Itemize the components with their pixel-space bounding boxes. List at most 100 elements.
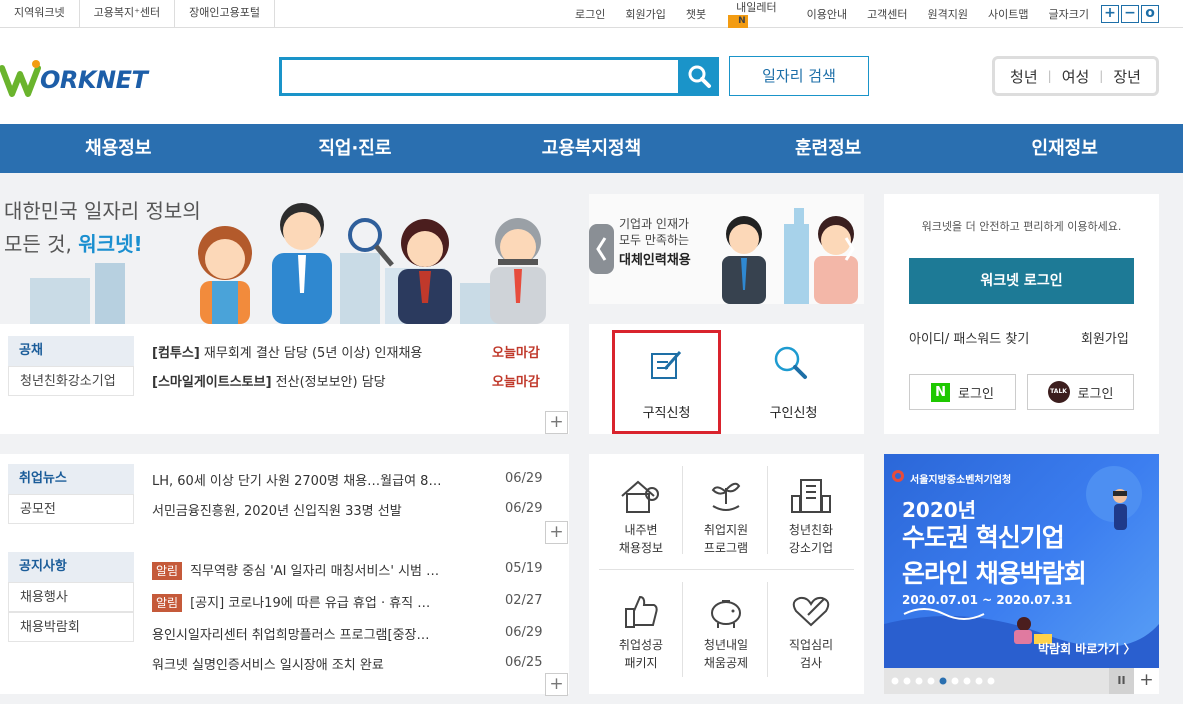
service-label: 직업심리 xyxy=(788,638,834,652)
job-seek-apply-button[interactable]: 구직신청 xyxy=(612,330,721,434)
list-item[interactable]: [컴투스] 재무회계 결산 담당 (5년 이상) 인재채용 xyxy=(152,342,422,361)
recruit-tabs: 공채 청년친화강소기업 xyxy=(8,336,134,396)
signup-link[interactable]: 회원가입 xyxy=(1081,328,1129,347)
nav-recruitment-info[interactable]: 채용정보 xyxy=(0,124,237,173)
hero-banner: 대한민국 일자리 정보의 모든 것, 워크넷! xyxy=(0,173,569,324)
tab-youth-friendly-sme[interactable]: 청년친화강소기업 xyxy=(8,366,134,396)
link-disabled-employment-portal[interactable]: 장애인고용포털 xyxy=(175,0,275,27)
list-item[interactable]: 용인시일자리센터 취업희망플러스 프로그램[중장… xyxy=(152,624,430,643)
tab-notice[interactable]: 공지사항 xyxy=(8,552,134,582)
man-character-icon xyxy=(722,216,766,304)
link-regional-worknet[interactable]: 지역워크넷 xyxy=(0,0,80,27)
list-item[interactable]: 서민금융진흥원, 2020년 신입직원 33명 선발 xyxy=(152,500,402,519)
font-reset-button[interactable]: o xyxy=(1141,4,1159,23)
tab-public-recruit[interactable]: 공채 xyxy=(8,336,134,366)
list-item[interactable]: 워크넷 실명인증서비스 일시장애 조치 완료 xyxy=(152,654,384,673)
list-item[interactable]: 알림 직무역량 중심 'AI 일자리 매칭서비스' 시범 … xyxy=(152,560,439,580)
naver-login-label: 로그인 xyxy=(958,386,994,402)
list-item[interactable]: [스마일게이트스토브] 전산(정보보안) 담당 xyxy=(152,371,386,390)
service-label: 채용정보 xyxy=(618,541,664,555)
service-label: 청년내일 xyxy=(703,638,749,652)
search-input[interactable] xyxy=(279,57,681,96)
news-date: 06/29 xyxy=(505,471,543,486)
hero-brand: 워크넷! xyxy=(78,232,143,256)
banner-title-line1: 수도권 혁신기업 xyxy=(902,523,1065,552)
service-vocational-psychology-test[interactable]: 직업심리 검사 xyxy=(769,591,853,672)
banner-pause-button[interactable]: II xyxy=(1109,668,1134,694)
nav-talent-info[interactable]: 인재정보 xyxy=(946,124,1183,173)
naver-login-button[interactable]: N 로그인 xyxy=(909,374,1016,410)
edit-form-icon xyxy=(651,351,682,379)
search-button[interactable] xyxy=(680,57,719,96)
font-decrease-button[interactable]: − xyxy=(1121,4,1139,23)
news-tabs: 취업뉴스 공모전 xyxy=(8,464,134,524)
notice-more-button[interactable]: + xyxy=(545,673,568,696)
link-guide[interactable]: 이용안내 xyxy=(797,6,857,22)
link-remote-support[interactable]: 원격지원 xyxy=(918,6,978,22)
new-badge: N xyxy=(728,15,749,28)
tab-contest[interactable]: 공모전 xyxy=(8,494,134,524)
nav-employment-welfare-policy[interactable]: 고용복지정책 xyxy=(473,124,710,173)
nav-training-info[interactable]: 훈련정보 xyxy=(710,124,947,173)
banner-more-button[interactable]: + xyxy=(1134,668,1159,694)
service-nearby-jobs[interactable]: 내주변 채용정보 xyxy=(599,476,683,557)
recruit-apply-button[interactable]: 구인신청 xyxy=(739,330,848,434)
kakao-login-button[interactable]: TALK 로그인 xyxy=(1027,374,1134,410)
service-employment-success-package[interactable]: 취업성공 패키지 xyxy=(599,591,683,672)
link-chatbot[interactable]: 챗봇 xyxy=(676,6,716,22)
tab-job-news[interactable]: 취업뉴스 xyxy=(8,464,134,494)
link-sitemap[interactable]: 사이트맵 xyxy=(978,6,1038,22)
link-customer-center[interactable]: 고객센터 xyxy=(857,6,917,22)
link-employment-welfare-center[interactable]: 고용복지⁺센터 xyxy=(80,0,176,27)
banner-pagination-dots[interactable] xyxy=(888,668,998,694)
link-login[interactable]: 로그인 xyxy=(565,6,615,22)
recruit-more-button[interactable]: + xyxy=(545,411,568,434)
company-name: [스마일게이트스토브] xyxy=(152,375,272,390)
building-icon xyxy=(791,479,831,513)
worknet-logo[interactable]: ORKNET xyxy=(0,58,160,98)
hero-line1: 대한민국 일자리 정보의 xyxy=(4,199,201,223)
notice-date: 06/25 xyxy=(505,655,543,670)
list-item[interactable]: LH, 60세 이상 단기 사원 2700명 채용…월급여 8… xyxy=(152,470,441,489)
font-increase-button[interactable]: + xyxy=(1101,4,1119,23)
list-item[interactable]: 알림 [공지] 코로나19에 따른 유급 휴업 · 휴직 … xyxy=(152,592,430,612)
naver-icon: N xyxy=(931,382,951,402)
main-content: 대한민국 일자리 정보의 모든 것, 워크넷! 공채 청년친화강소기업 [컴투스… xyxy=(0,173,1183,704)
service-job-support-program[interactable]: 취업지원 프로그램 xyxy=(684,476,768,557)
deadline-badge: 오늘마감 xyxy=(492,375,540,390)
nav-job-career[interactable]: 직업·진로 xyxy=(237,124,474,173)
woman-character-icon xyxy=(814,216,858,304)
banner-cta[interactable]: 박람회 바로가기 〉 xyxy=(1038,640,1136,657)
promo-banner[interactable]: 기업과 인재가 모두 만족하는 대체인력채용 xyxy=(589,194,864,304)
tab-women[interactable]: 여성 xyxy=(1052,66,1100,87)
service-youth-tomorrow-savings[interactable]: 청년내일 채움공제 xyxy=(684,591,768,672)
find-id-password-link[interactable]: 아이디/ 패스워드 찾기 xyxy=(909,328,1029,347)
alert-badge: 알림 xyxy=(152,562,183,580)
news-more-button[interactable]: + xyxy=(545,521,568,544)
link-naeil-letter[interactable]: 내일레터 N xyxy=(716,0,796,28)
company-name: [컴투스] xyxy=(152,346,200,361)
notice-tabs: 공지사항 채용행사 채용박람회 xyxy=(8,552,134,642)
divider xyxy=(599,569,854,570)
services-panel: 내주변 채용정보 취업지원 프로그램 청년친화 강소기업 취업성공 패키지 청년… xyxy=(589,454,864,694)
service-label: 내주변 xyxy=(624,523,658,537)
service-youth-friendly-sme[interactable]: 청년친화 강소기업 xyxy=(769,476,853,557)
house-location-icon xyxy=(621,480,659,513)
link-signup[interactable]: 회원가입 xyxy=(615,6,675,22)
service-label: 강소기업 xyxy=(788,541,834,555)
job-title: 전산(정보보안) 담당 xyxy=(275,375,386,390)
notice-date: 05/19 xyxy=(505,561,543,576)
prev-arrow xyxy=(589,224,614,274)
hero-line2-prefix: 모든 것, xyxy=(4,232,79,256)
job-fair-banner[interactable]: 서울지방중소벤처기업청 2020년 수도권 혁신기업 온라인 채용박람회 202… xyxy=(884,454,1159,668)
banner-title-line2: 온라인 채용박람회 xyxy=(902,559,1087,588)
tab-job-fair[interactable]: 채용박람회 xyxy=(8,612,134,642)
naeil-letter-label: 내일레터 xyxy=(736,1,777,14)
job-search-button[interactable]: 일자리 검색 xyxy=(729,56,869,96)
senior-character-icon xyxy=(490,218,546,324)
tab-recruit-event[interactable]: 채용행사 xyxy=(8,582,134,612)
tab-seniors[interactable]: 장년 xyxy=(1103,66,1151,87)
worknet-login-button[interactable]: 워크넷 로그인 xyxy=(909,258,1134,304)
search-icon xyxy=(688,65,711,88)
tab-youth[interactable]: 청년 xyxy=(1000,66,1048,87)
